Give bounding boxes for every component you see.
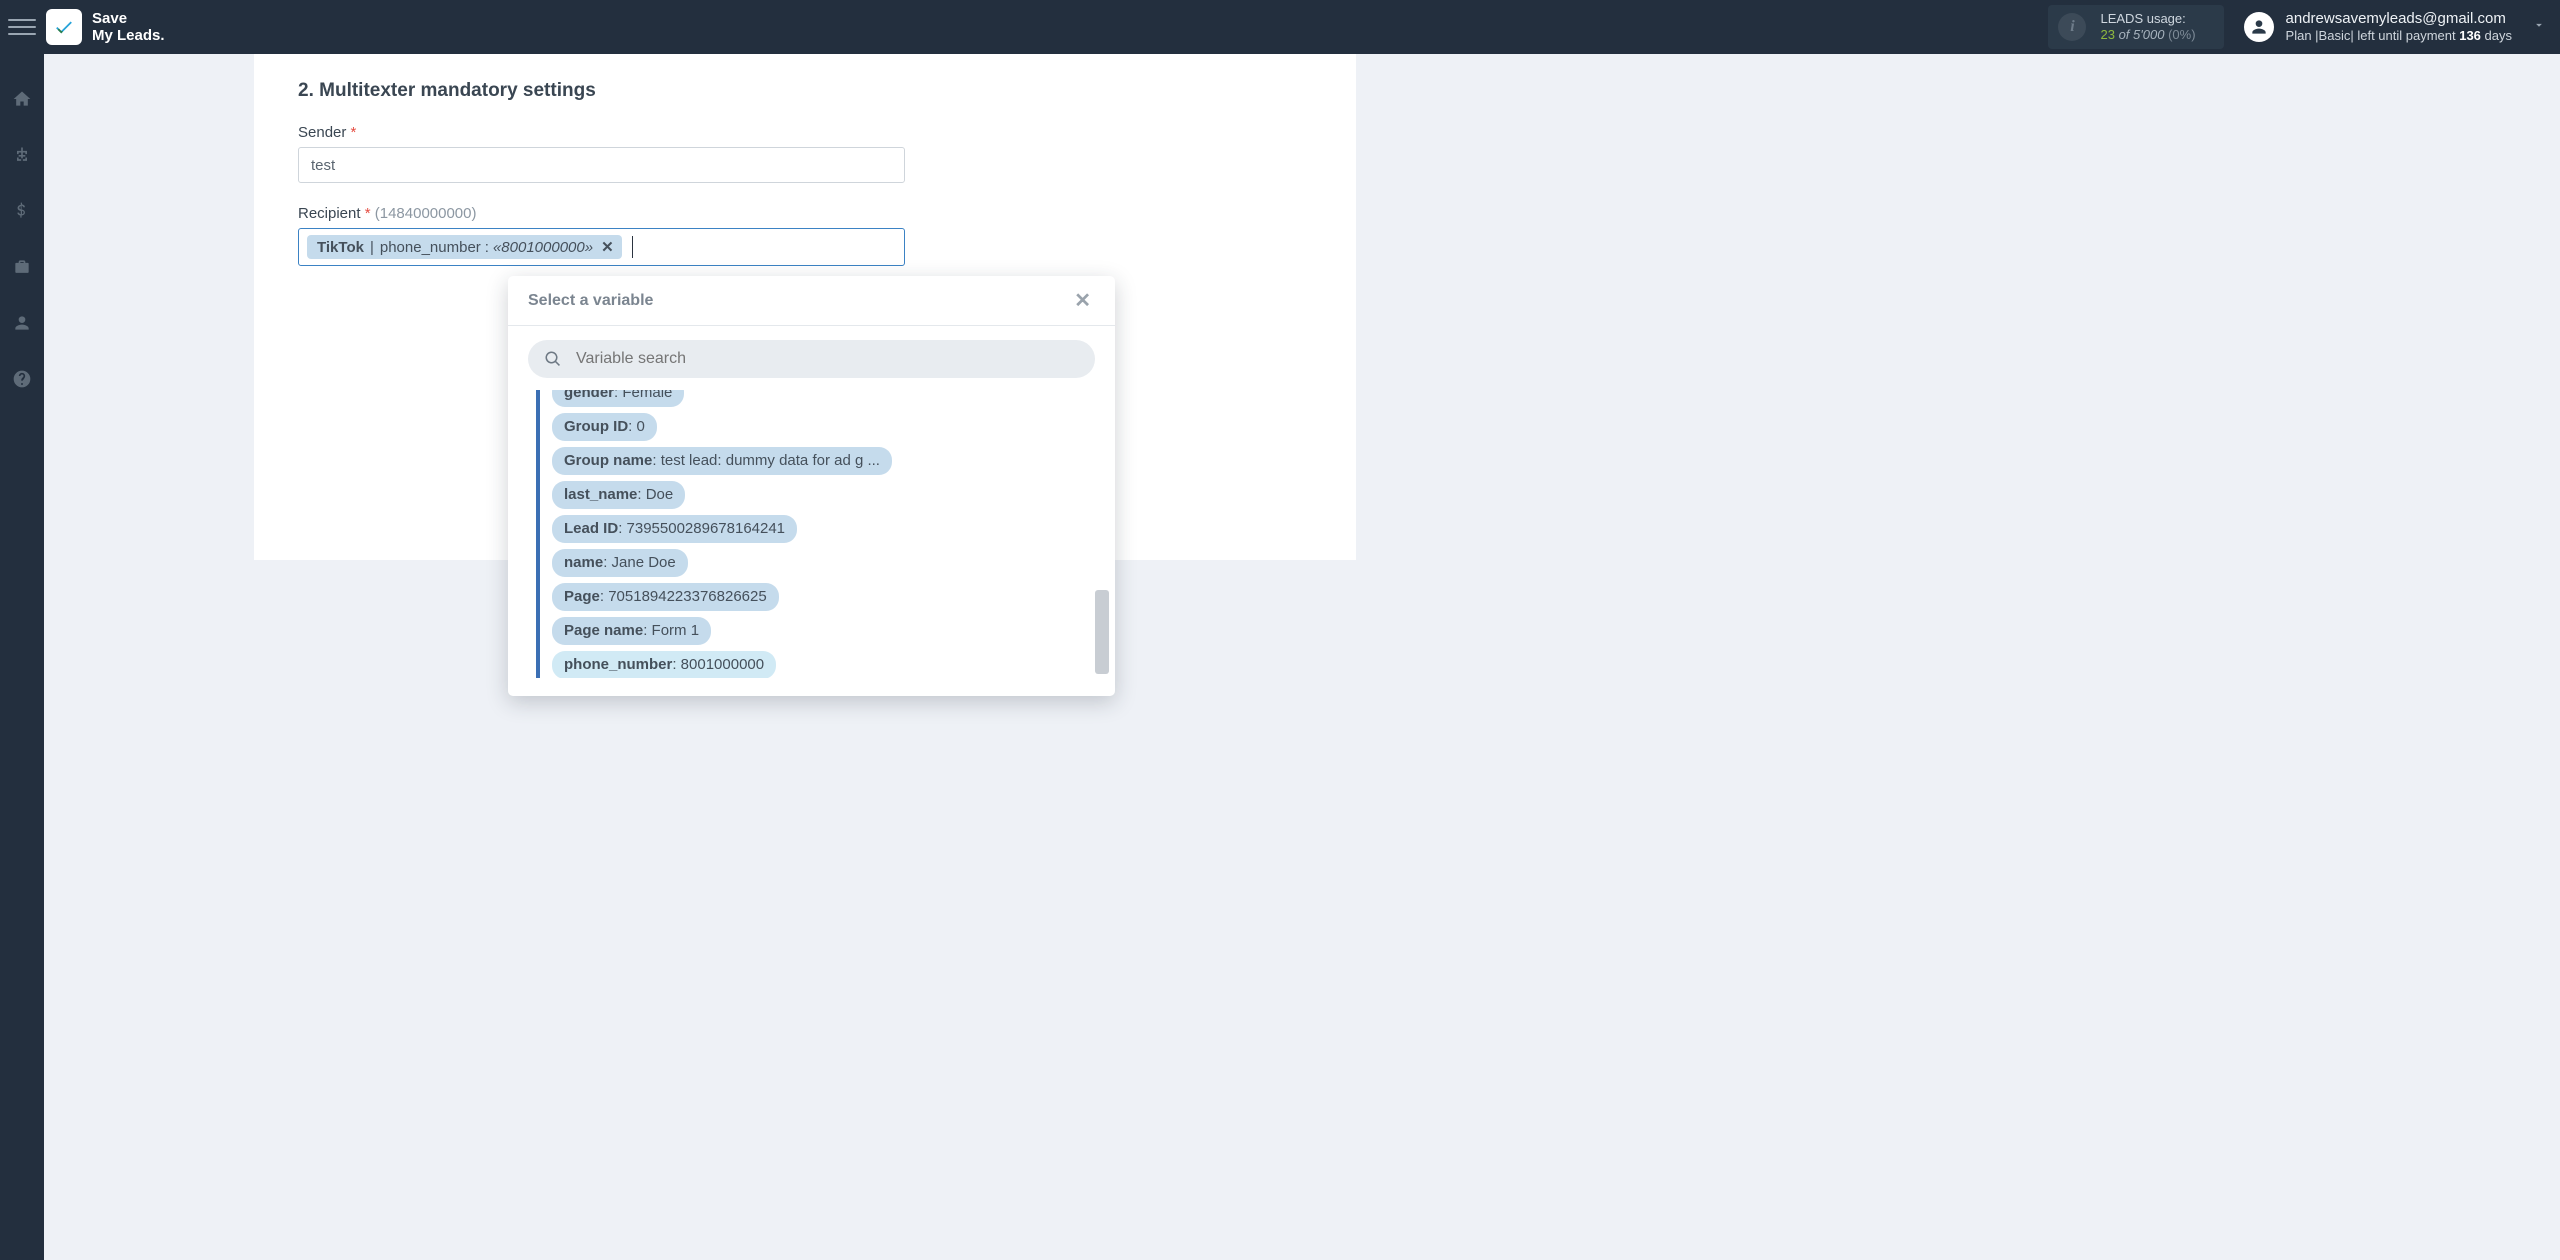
nav-integrations[interactable] xyxy=(0,252,44,282)
variable-option[interactable]: phone_number: 8001000000 xyxy=(552,651,776,678)
briefcase-icon xyxy=(12,257,32,277)
main-stage: 2. Multitexter mandatory settings Sender… xyxy=(44,54,2560,1260)
question-icon xyxy=(12,369,32,389)
variable-option[interactable]: Group name: test lead: dummy data for ad… xyxy=(552,447,892,475)
dollar-icon xyxy=(12,201,32,221)
variable-option[interactable]: name: Jane Doe xyxy=(552,549,688,577)
section-title: 2. Multitexter mandatory settings xyxy=(298,80,1312,102)
variable-option[interactable]: Page: 7051894223376826625 xyxy=(552,583,779,611)
home-icon xyxy=(12,89,32,109)
variable-option[interactable]: last_name: Doe xyxy=(552,481,685,509)
variable-option[interactable]: Group ID: 0 xyxy=(552,413,657,441)
account-email: andrewsavemyleads@gmail.com xyxy=(2286,10,2512,27)
sender-input[interactable] xyxy=(298,147,905,183)
user-icon xyxy=(12,313,32,333)
brand-name: Save My Leads. xyxy=(92,10,165,44)
search-icon xyxy=(544,350,562,368)
nav-help[interactable] xyxy=(0,364,44,394)
avatar-icon xyxy=(2244,12,2274,42)
check-icon xyxy=(53,16,75,38)
side-rail xyxy=(0,54,44,1260)
topbar: Save My Leads. i LEADS usage: 23 of 5'00… xyxy=(0,0,2560,54)
variable-option[interactable]: gender: Female xyxy=(552,390,684,407)
token-remove-icon[interactable]: ✕ xyxy=(601,238,614,256)
nav-connections[interactable] xyxy=(0,140,44,170)
nav-profile[interactable] xyxy=(0,308,44,338)
settings-card: 2. Multitexter mandatory settings Sender… xyxy=(254,54,1356,560)
app-logo[interactable] xyxy=(46,9,82,45)
account-caret[interactable] xyxy=(2512,18,2546,37)
field-recipient: Recipient * (14840000000) TikTok | phone… xyxy=(298,205,1312,266)
variable-option[interactable]: Lead ID: 7395500289678164241 xyxy=(552,515,797,543)
variable-picker: Select a variable ✕ gender: Female Group … xyxy=(508,276,1115,696)
variable-search-input[interactable] xyxy=(574,349,1079,369)
scrollbar-thumb[interactable] xyxy=(1095,590,1109,674)
info-icon: i xyxy=(2058,13,2086,41)
account-plan: Plan |Basic| left until payment 136 days xyxy=(2286,27,2512,44)
leads-usage[interactable]: i LEADS usage: 23 of 5'000 (0%) xyxy=(2048,5,2223,49)
variable-search[interactable] xyxy=(528,340,1095,378)
sender-label: Sender * xyxy=(298,124,1312,141)
variable-list: gender: Female Group ID: 0 Group name: tes… xyxy=(536,390,1109,678)
account-menu[interactable]: andrewsavemyleads@gmail.com Plan |Basic|… xyxy=(2244,10,2512,44)
picker-close-button[interactable]: ✕ xyxy=(1070,288,1095,313)
nav-home[interactable] xyxy=(0,84,44,114)
usage-label: LEADS usage: xyxy=(2100,11,2195,27)
usage-values: 23 of 5'000 (0%) xyxy=(2100,27,2195,43)
picker-title: Select a variable xyxy=(528,292,653,310)
text-cursor xyxy=(632,236,633,258)
recipient-token[interactable]: TikTok | phone_number: «8001000000» ✕ xyxy=(307,235,622,259)
sitemap-icon xyxy=(12,145,32,165)
chevron-down-icon xyxy=(2532,18,2546,32)
variable-option[interactable]: Page name: Form 1 xyxy=(552,617,711,645)
menu-toggle[interactable] xyxy=(8,13,36,41)
nav-billing[interactable] xyxy=(0,196,44,226)
recipient-input[interactable]: TikTok | phone_number: «8001000000» ✕ xyxy=(298,228,905,266)
field-sender: Sender * xyxy=(298,124,1312,183)
recipient-label: Recipient * (14840000000) xyxy=(298,205,1312,222)
